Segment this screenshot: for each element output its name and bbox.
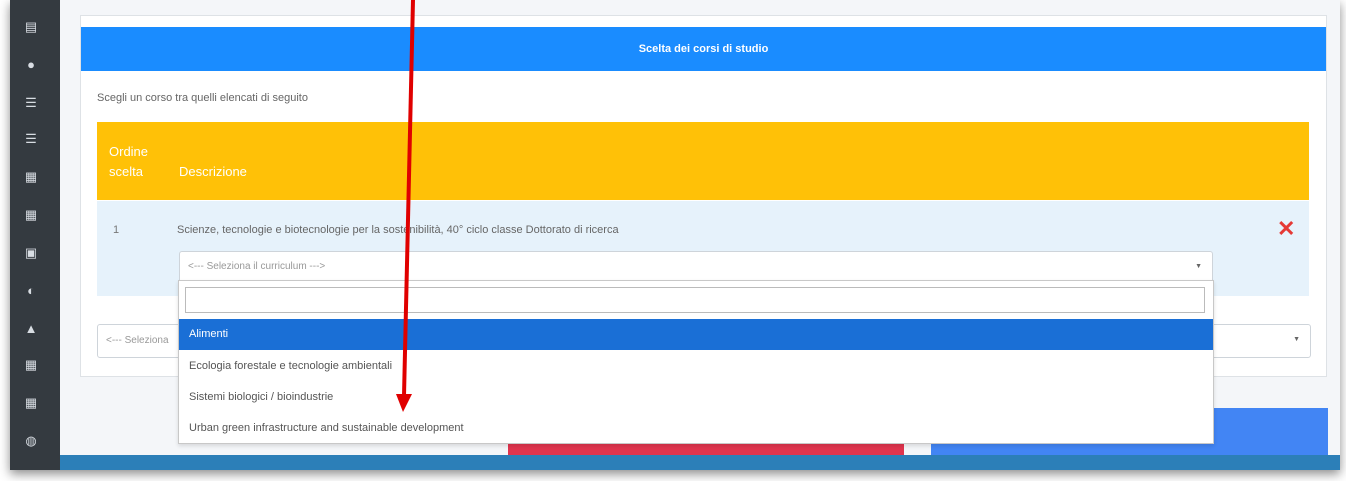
annotation-arrow-line — [402, 0, 415, 397]
annotation-arrow-head — [396, 394, 412, 412]
annotation-arrow — [396, 0, 415, 412]
